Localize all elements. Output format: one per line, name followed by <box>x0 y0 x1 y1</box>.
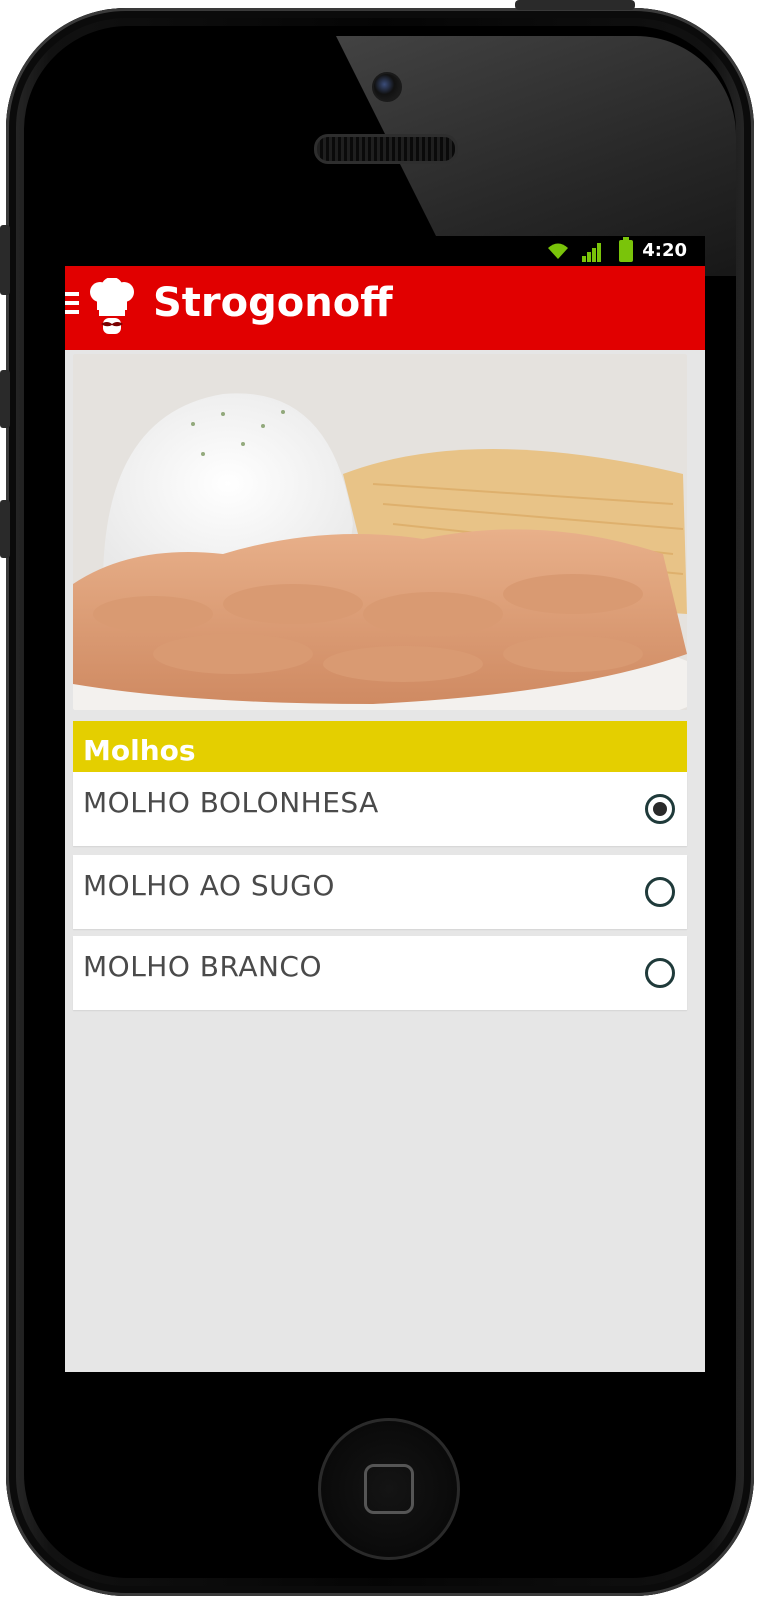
app-title: Strogonoff <box>153 280 393 326</box>
option-label: MOLHO BRANCO <box>83 950 323 983</box>
radio-button[interactable] <box>645 958 675 988</box>
chef-hat-logo[interactable] <box>87 278 137 338</box>
option-molho-ao-sugo[interactable]: MOLHO AO SUGO <box>73 855 687 929</box>
radio-button-checked[interactable] <box>645 794 675 824</box>
volume-up-button <box>0 370 10 428</box>
battery-icon <box>619 237 633 262</box>
app-screen: 4:20 Strogonoff Molhos MOLHO BOLONHESA M… <box>65 236 705 1372</box>
option-label: MOLHO AO SUGO <box>83 869 335 902</box>
strogonoff-image <box>73 354 687 710</box>
dish-photo <box>73 354 687 710</box>
mute-switch <box>0 225 10 295</box>
section-header: Molhos <box>73 721 687 777</box>
status-time: 4:20 <box>642 240 687 261</box>
home-button[interactable] <box>318 1418 460 1560</box>
home-square-icon <box>364 1464 414 1514</box>
menu-icon[interactable] <box>65 292 79 324</box>
option-molho-bolonhesa[interactable]: MOLHO BOLONHESA <box>73 772 687 846</box>
earpiece-speaker <box>314 134 458 164</box>
option-label: MOLHO BOLONHESA <box>83 786 379 819</box>
status-bar: 4:20 <box>65 236 705 266</box>
section-title: Molhos <box>83 734 196 767</box>
wifi-icon <box>548 243 568 259</box>
signal-icon <box>582 243 601 262</box>
power-button <box>515 0 635 10</box>
front-camera <box>372 72 402 102</box>
option-molho-branco[interactable]: MOLHO BRANCO <box>73 936 687 1010</box>
volume-down-button <box>0 500 10 558</box>
radio-button[interactable] <box>645 877 675 907</box>
app-bar: Strogonoff <box>65 266 705 350</box>
